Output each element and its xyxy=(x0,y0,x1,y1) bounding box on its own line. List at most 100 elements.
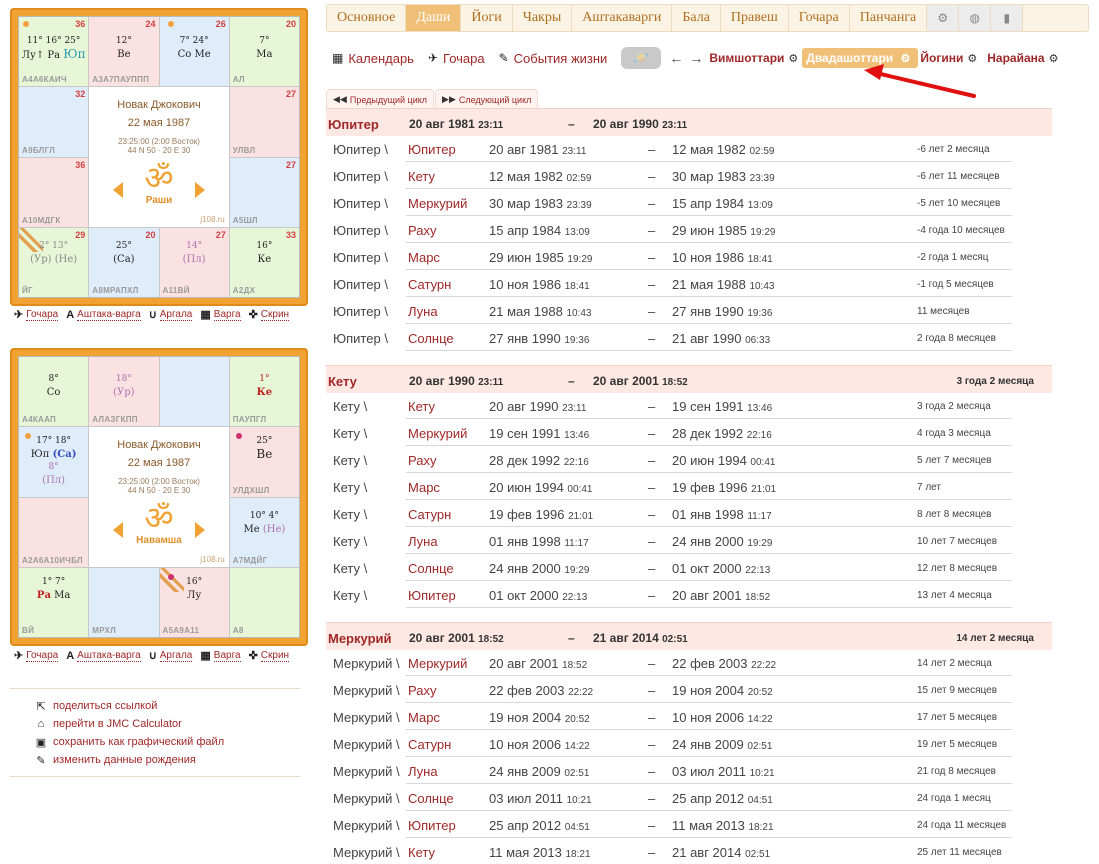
arrow-right-icon[interactable]: → xyxy=(689,50,703,66)
navamsha-house-cell[interactable]: А2А6А10ИЧБЛ xyxy=(19,497,89,567)
rashi-house-cell[interactable]: 27 14° (Пл) А11ВЙ xyxy=(159,227,229,297)
navamsha-house-cell[interactable]: 1° Ке ПАУПГЛ xyxy=(229,357,299,427)
rashi-house-cell[interactable]: 27 УЛВЛ xyxy=(229,87,299,157)
period-header[interactable]: Юпитер 20 авг 1981 23:11 – 20 авг 1990 23:1… xyxy=(326,108,1052,136)
navamsha-house-cell[interactable]: 8° Со А4КААП xyxy=(19,357,89,427)
sub-period[interactable]: Меркурий xyxy=(408,426,467,441)
rashi-house-cell[interactable]: 26 7° 24° Со Ме xyxy=(159,17,229,87)
prev-chart-arrow-icon[interactable] xyxy=(113,522,124,539)
prev-cycle-tab[interactable]: ◀◀ Предыдущий цикл xyxy=(326,89,435,109)
table-row[interactable]: Юпитер \ Меркурий 30 мар 1983 23:39 – 15 апр… xyxy=(326,190,1052,217)
table-row[interactable]: Юпитер \ Сатурн 10 ноя 1986 18:41 – 21 мая 1… xyxy=(326,271,1052,298)
rashi-house-cell[interactable]: 32 А9БЛГЛ xyxy=(19,87,89,157)
navamsha-house-cell[interactable] xyxy=(159,357,229,427)
narayana-settings-gear-icon[interactable]: ⚙ xyxy=(1049,52,1059,65)
navamsha-house-cell[interactable]: 17° 18° Юп (Са) 8° (Пл) xyxy=(19,427,89,497)
sub-period[interactable]: Меркурий xyxy=(408,196,467,211)
rashi-house-cell[interactable]: 36 А10МДГК xyxy=(19,157,89,227)
tab-ashtakavargi[interactable]: Аштакаварги xyxy=(572,5,673,31)
life-events-link[interactable]: ✎ События жизни xyxy=(499,51,608,66)
tool-ashtakavarga[interactable]: A Аштака-варга xyxy=(66,649,141,662)
table-row[interactable]: Меркурий \ Сатурн 10 ноя 2006 14:22 – 24 янв… xyxy=(326,731,1052,758)
sub-period[interactable]: Марс xyxy=(408,250,440,265)
table-row[interactable]: Кету \ Меркурий 19 сен 1991 13:46 – 28 дек 1… xyxy=(326,420,1052,447)
vimshottari-settings-gear-icon[interactable]: ⚙ xyxy=(788,52,798,65)
sub-period[interactable]: Луна xyxy=(408,304,438,319)
gochara-link[interactable]: ✈ Гочара xyxy=(428,51,485,66)
book-icon[interactable]: ▮ xyxy=(991,5,1024,31)
sub-period[interactable]: Юпитер xyxy=(408,588,456,603)
planet-toggle-button[interactable]: 🪐 xyxy=(621,47,662,69)
sub-period[interactable]: Луна xyxy=(408,764,438,779)
table-row[interactable]: Кету \ Сатурн 19 фев 1996 21:01 – 01 янв 199… xyxy=(326,501,1052,528)
sub-period[interactable]: Марс xyxy=(408,480,440,495)
sub-period[interactable]: Луна xyxy=(408,534,438,549)
next-cycle-tab[interactable]: ▶▶ Следующий цикл xyxy=(435,89,539,109)
rashi-house-cell[interactable]: 20 25° (Са) А8МРАПХЛ xyxy=(89,227,159,297)
navamsha-house-cell[interactable]: 10° 4° Ме (Не) А7МДЙГ xyxy=(229,497,299,567)
rashi-house-cell[interactable]: 24 12° Ве А3А7ПАУППП xyxy=(89,17,159,87)
table-row[interactable]: Юпитер \ Юпитер 20 авг 1981 23:11 – 12 мая 1… xyxy=(326,136,1052,163)
vimshottari-button[interactable]: Вимшоттари xyxy=(709,51,784,65)
tab-gochara[interactable]: Гочара xyxy=(789,5,850,31)
table-row[interactable]: Юпитер \ Раху 15 апр 1984 13:09 – 29 июн 198… xyxy=(326,217,1052,244)
period-header[interactable]: Меркурий 20 авг 2001 18:52 – 21 авг 2014 02… xyxy=(326,622,1052,650)
tab-yogi[interactable]: Йоги xyxy=(461,5,513,31)
table-row[interactable]: Кету \ Кету 20 авг 1990 23:11–19 сен 1991 … xyxy=(326,393,1052,420)
table-row[interactable]: Меркурий \ Кету 11 мая 2013 18:21 – 21 авг 2… xyxy=(326,839,1052,864)
tool-ashtakavarga[interactable]: A Аштака-варга xyxy=(66,308,141,321)
tab-pravesh[interactable]: Правеш xyxy=(721,5,789,31)
sub-period[interactable]: Кету xyxy=(408,169,435,184)
tab-dashi[interactable]: Даши xyxy=(406,5,462,31)
table-row[interactable]: Меркурий \ Раху 22 фев 2003 22:22 – 19 ноя 2… xyxy=(326,677,1052,704)
navamsha-house-cell[interactable]: МРХЛ xyxy=(89,567,159,637)
gear-icon[interactable]: ⚙ xyxy=(927,5,960,31)
sub-period[interactable]: Кету xyxy=(408,845,435,860)
navamsha-house-cell[interactable]: 25° Ве УЛДХШЛ xyxy=(229,427,299,497)
share-link[interactable]: ⇱ поделиться ссылкой xyxy=(35,697,224,715)
calendar-link[interactable]: ▦ Календарь xyxy=(332,51,414,66)
rashi-house-cell[interactable]: 36 11° 16° 25° Лу↑ Ра Юп А4А6КАИЧ xyxy=(19,17,89,87)
sub-period[interactable]: Сатурн xyxy=(408,277,451,292)
sub-period[interactable]: Марс xyxy=(408,710,440,725)
globe-icon[interactable]: ◍ xyxy=(959,5,992,31)
narayana-button[interactable]: Нарайана xyxy=(987,51,1044,65)
table-row[interactable]: Кету \ Юпитер 01 окт 2000 22:13 – 20 авг 200… xyxy=(326,582,1052,609)
navamsha-house-cell[interactable]: 1° 7° Ра Ма ВЙ xyxy=(19,567,89,637)
sub-period[interactable]: Солнце xyxy=(408,561,454,576)
sub-period[interactable]: Юпитер xyxy=(408,818,456,833)
table-row[interactable]: Кету \ Марс 20 июн 1994 00:41–19 фев 1996 … xyxy=(326,474,1052,501)
jmc-calculator-link[interactable]: ⌂ перейти в JMC Calculator xyxy=(35,715,224,733)
tool-argala[interactable]: ∪ Аргала xyxy=(149,649,193,662)
sub-period[interactable]: Раху xyxy=(408,223,436,238)
sub-period[interactable]: Сатурн xyxy=(408,737,451,752)
sub-period[interactable]: Сатурн xyxy=(408,507,451,522)
sub-period[interactable]: Раху xyxy=(408,453,436,468)
save-image-link[interactable]: ▣ сохранить как графический файл xyxy=(35,733,224,751)
tab-bala[interactable]: Бала xyxy=(672,5,721,31)
table-row[interactable]: Кету \ Раху 28 дек 1992 22:16–20 июн 1994 … xyxy=(326,447,1052,474)
table-row[interactable]: Меркурий \ Луна 24 янв 2009 02:51 – 03 июл 2… xyxy=(326,758,1052,785)
tool-varga[interactable]: ▦ Варга xyxy=(200,649,241,662)
table-row[interactable]: Юпитер \ Кету 12 мая 1982 02:59 – 30 мар 198… xyxy=(326,163,1052,190)
prev-chart-arrow-icon[interactable] xyxy=(113,182,124,199)
next-chart-arrow-icon[interactable] xyxy=(194,182,205,199)
tool-varga[interactable]: ▦ Варга xyxy=(200,308,241,321)
sub-period[interactable]: Меркурий xyxy=(408,656,467,671)
tool-screen[interactable]: ✜ Скрин xyxy=(249,649,290,662)
edit-birth-data-link[interactable]: ✎ изменить данные рождения xyxy=(35,751,224,769)
tool-screen[interactable]: ✜ Скрин xyxy=(249,308,290,321)
sub-period[interactable]: Солнце xyxy=(408,791,454,806)
rashi-house-cell[interactable]: 33 16° Ке А2ДХ xyxy=(229,227,299,297)
rashi-house-cell[interactable]: 20 7° Ма АЛ xyxy=(229,17,299,87)
navamsha-house-cell[interactable]: 16° Лу А5А9А11 xyxy=(159,567,229,637)
table-row[interactable]: Меркурий \ Марс 19 ноя 2004 20:52 – 10 ноя 2… xyxy=(326,704,1052,731)
tool-argala[interactable]: ∪ Аргала xyxy=(149,308,193,321)
table-row[interactable]: Кету \ Луна 01 янв 1998 11:17–24 янв 2000 … xyxy=(326,528,1052,555)
navamsha-house-cell[interactable]: 18° (Ур) АЛАЗГКПП xyxy=(89,357,159,427)
period-header[interactable]: Кету 20 авг 1990 23:11 – 20 авг 2001 18:52 3… xyxy=(326,365,1052,393)
tool-gochara[interactable]: ✈ Гочара xyxy=(14,649,59,662)
table-row[interactable]: Кету \ Солнце 24 янв 2000 19:29 – 01 окт 200… xyxy=(326,555,1052,582)
tool-gochara[interactable]: ✈ Гочара xyxy=(14,308,59,321)
sub-period[interactable]: Солнце xyxy=(408,331,454,346)
